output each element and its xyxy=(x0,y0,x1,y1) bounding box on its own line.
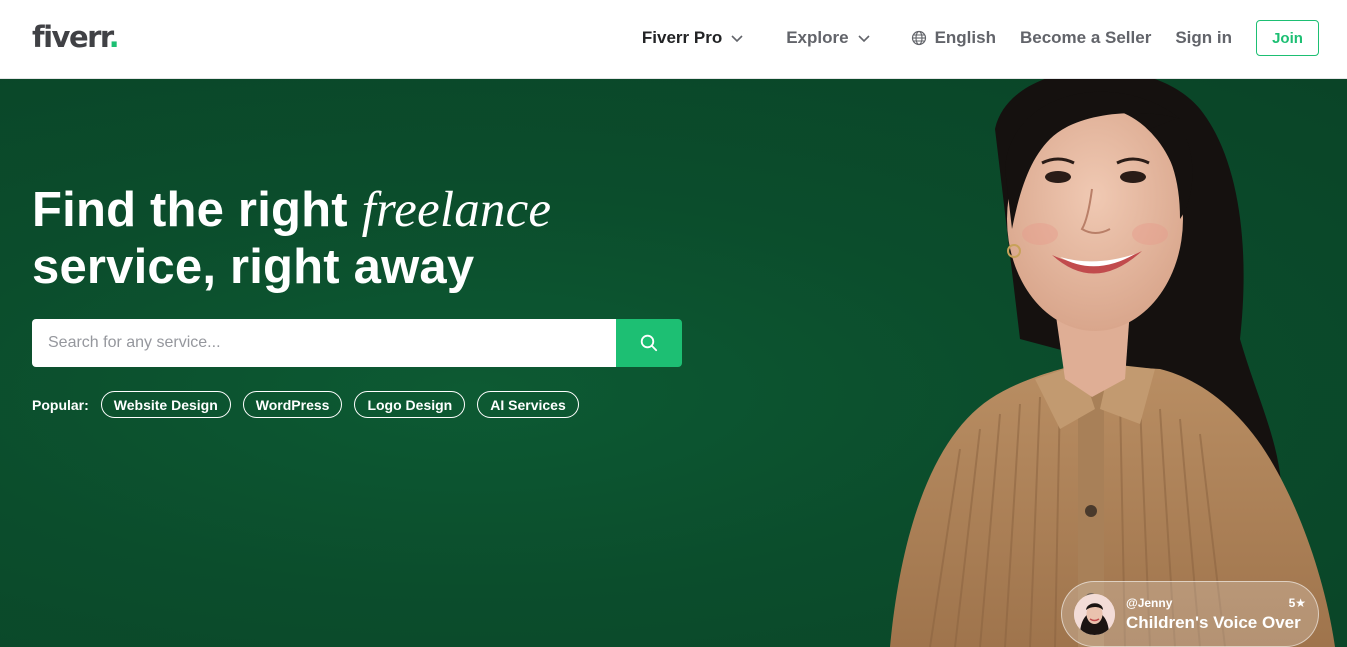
search-input[interactable] xyxy=(32,319,616,367)
search-button[interactable] xyxy=(616,319,682,367)
headline-part2: service, right away xyxy=(32,240,475,294)
chevron-down-icon xyxy=(731,35,743,43)
chevron-down-icon xyxy=(857,35,870,43)
popular-pill-logo-design[interactable]: Logo Design xyxy=(354,391,466,418)
seller-avatar xyxy=(1074,593,1115,635)
popular-label: Popular: xyxy=(32,396,89,413)
nav-fiverr-pro-label: Fiverr Pro xyxy=(641,28,723,47)
top-nav: Fiverr Pro Explore English Become a Sell… xyxy=(642,20,1319,56)
fiverr-logo[interactable]: fiverr. xyxy=(32,20,120,54)
globe-icon xyxy=(911,30,926,46)
join-button[interactable]: Join xyxy=(1256,20,1319,56)
hero-section: Find the right freelance service, right … xyxy=(0,79,1347,647)
seller-avatar-image xyxy=(1074,593,1115,635)
featured-seller-card[interactable]: @Jenny 5★ Children's Voice Over xyxy=(1061,581,1319,647)
nav-become-seller[interactable]: Become a Seller xyxy=(1020,28,1151,48)
nav-sign-in-label: Sign in xyxy=(1175,28,1232,47)
nav-language[interactable]: English xyxy=(911,28,996,48)
seller-service: Children's Voice Over xyxy=(1126,612,1301,632)
nav-language-label: English xyxy=(934,28,996,47)
search-icon xyxy=(640,334,658,352)
hero-person-image xyxy=(890,79,1335,647)
popular-pill-website-design[interactable]: Website Design xyxy=(100,391,231,418)
seller-info: @Jenny 5★ Children's Voice Over xyxy=(1126,596,1306,633)
popular-pill-ai-services[interactable]: AI Services xyxy=(477,391,579,418)
site-header: fiverr. Fiverr Pro Explore English Becom… xyxy=(0,0,1347,79)
nav-explore-label: Explore xyxy=(786,28,849,47)
logo-dot: . xyxy=(108,20,120,54)
headline-part1: Find the right xyxy=(32,183,362,237)
nav-sign-in[interactable]: Sign in xyxy=(1175,28,1232,48)
popular-pill-wordpress[interactable]: WordPress xyxy=(242,391,343,418)
nav-explore[interactable]: Explore xyxy=(786,28,870,48)
popular-services: Popular: Website Design WordPress Logo D… xyxy=(32,391,591,418)
nav-become-seller-label: Become a Seller xyxy=(1019,28,1152,47)
seller-rating: 5★ xyxy=(1288,595,1306,610)
nav-fiverr-pro[interactable]: Fiverr Pro xyxy=(642,28,744,48)
hero-headline: Find the right freelance service, right … xyxy=(32,182,551,296)
search-bar xyxy=(32,319,682,367)
logo-text: fiverr xyxy=(32,20,110,54)
headline-italic: freelance xyxy=(361,182,552,238)
seller-handle: @Jenny xyxy=(1126,595,1173,610)
